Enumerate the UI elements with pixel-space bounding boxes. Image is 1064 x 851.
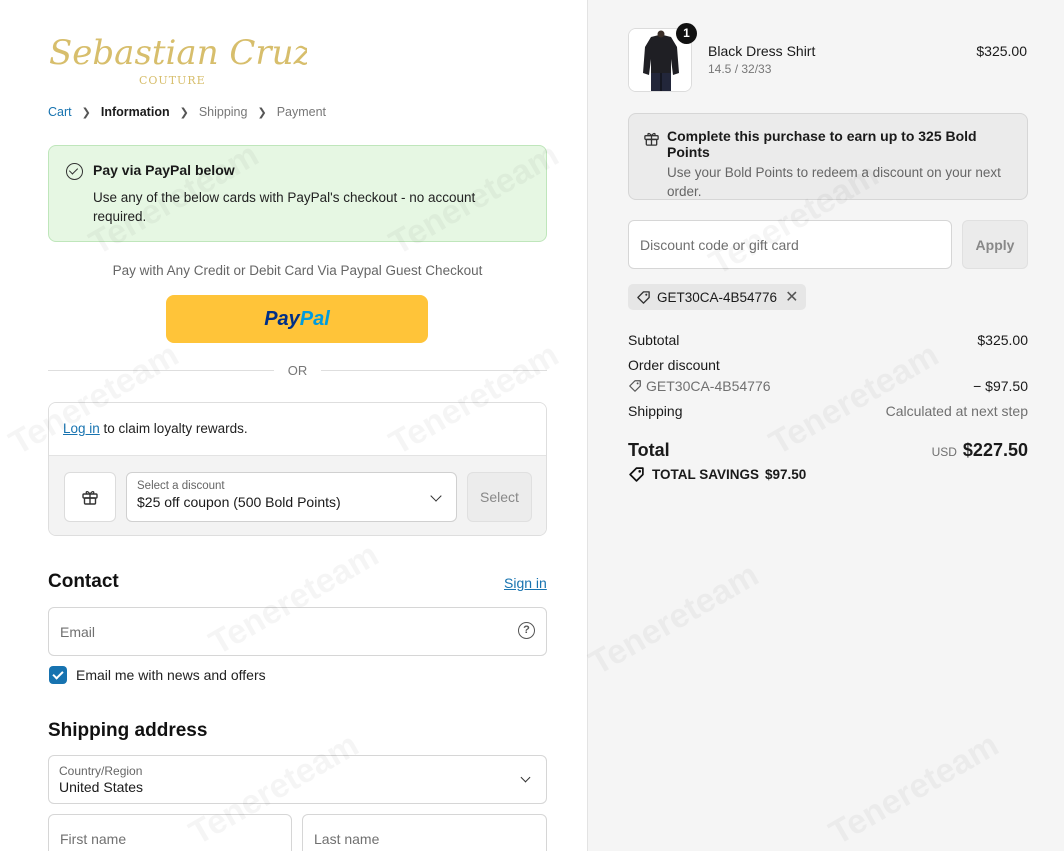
quantity-badge: 1: [676, 23, 697, 44]
or-divider: OR: [48, 363, 547, 378]
order-discount-row: Order discount: [628, 357, 1028, 373]
shipping-address-title: Shipping address: [48, 720, 208, 741]
country-value: United States: [59, 779, 144, 795]
total-value: $227.50: [962, 440, 1028, 460]
discount-select-label: Select a discount: [137, 480, 225, 492]
last-name-field[interactable]: Last name: [302, 814, 547, 851]
order-discount-value: − $97.50: [973, 378, 1028, 394]
first-name-field[interactable]: First name: [48, 814, 292, 851]
banner-description: Use any of the below cards with PayPal's…: [93, 190, 476, 224]
subtotal-row: Subtotal $325.00: [628, 332, 1028, 348]
paypal-info-banner: Pay via PayPal below Use any of the belo…: [48, 145, 547, 242]
subtotal-value: $325.00: [977, 332, 1028, 348]
chevron-right-icon: ❯: [179, 106, 189, 119]
newsletter-label: Email me with news and offers: [76, 667, 266, 683]
divider-line: [48, 370, 274, 371]
svg-text:COUTURE: COUTURE: [139, 74, 206, 87]
contact-title: Contact: [48, 571, 119, 592]
loyalty-discount-row: Select a discount $25 off coupon (500 Bo…: [49, 456, 546, 535]
brand-logo-image: Sebastian Cruz COUTURE: [49, 33, 313, 87]
banner-title: Pay via PayPal below: [93, 162, 235, 178]
product-price: $325.00: [976, 43, 1027, 59]
brand-logo[interactable]: Sebastian Cruz COUTURE: [47, 24, 313, 90]
login-text: to claim loyalty rewards.: [99, 421, 248, 436]
savings-value: $97.50: [765, 467, 807, 482]
total-currency: USD: [931, 445, 957, 459]
paypal-button[interactable]: Pay Pal: [166, 295, 428, 343]
shipping-value: Calculated at next step: [885, 403, 1028, 419]
breadcrumb-information: Information: [100, 105, 170, 119]
tag-icon: [629, 467, 644, 482]
help-icon[interactable]: ?: [518, 622, 535, 639]
chevron-down-icon: [520, 772, 531, 783]
order-discount-code: GET30CA-4B54776: [628, 378, 771, 394]
email-field[interactable]: Email ?: [48, 607, 547, 656]
country-label: Country/Region: [59, 764, 143, 778]
gift-button[interactable]: [64, 472, 116, 522]
total-row: Total USD $227.50: [628, 440, 1028, 461]
loyalty-box: Log in to claim loyalty rewards. Select …: [48, 402, 547, 536]
savings-label: TOTAL SAVINGS: [652, 467, 760, 482]
breadcrumb-cart[interactable]: Cart: [48, 105, 72, 119]
order-summary-panel: 1 Black Dress Shirt 14.5 / 32/33 $325.00…: [588, 0, 1064, 851]
bold-points-title: Complete this purchase to earn up to 325…: [667, 128, 977, 160]
email-placeholder: Email: [60, 624, 96, 640]
applied-discount-code: GET30CA-4B54776: [657, 289, 778, 305]
bold-points-description: Use your Bold Points to redeem a discoun…: [667, 165, 1001, 199]
order-discount-code-row: GET30CA-4B54776 − $97.50: [628, 378, 1028, 394]
checkout-form-panel: Sebastian Cruz COUTURE Cart ❯ Informatio…: [0, 0, 588, 851]
gift-icon: [644, 132, 659, 146]
discount-code-placeholder: Discount code or gift card: [640, 237, 799, 253]
last-name-placeholder: Last name: [314, 831, 380, 847]
close-icon[interactable]: ✕: [785, 287, 798, 307]
tag-icon: [637, 290, 650, 304]
order-discount-label: Order discount: [628, 357, 720, 373]
tag-icon: [629, 380, 641, 392]
discount-select[interactable]: Select a discount $25 off coupon (500 Bo…: [126, 472, 457, 522]
gift-icon: [82, 491, 98, 505]
discount-select-value: $25 off coupon (500 Bold Points): [137, 494, 341, 510]
newsletter-checkbox-row[interactable]: Email me with news and offers: [49, 666, 266, 684]
checkbox-checked-icon[interactable]: [49, 666, 67, 684]
paypal-note: Pay with Any Credit or Debit Card Via Pa…: [112, 263, 483, 278]
loyalty-login-row: Log in to claim loyalty rewards.: [49, 403, 546, 456]
divider-line: [321, 370, 547, 371]
select-discount-button[interactable]: Select: [467, 472, 532, 522]
shipping-row: Shipping Calculated at next step: [628, 403, 1028, 419]
chevron-right-icon: ❯: [257, 106, 267, 119]
svg-text:Sebastian Cruz: Sebastian Cruz: [49, 33, 307, 73]
product-variant: 14.5 / 32/33: [708, 62, 772, 76]
paypal-logo-pay: Pay: [264, 307, 300, 330]
discount-code-input[interactable]: Discount code or gift card: [628, 220, 952, 269]
breadcrumb-payment: Payment: [276, 105, 327, 119]
order-discount-code-text: GET30CA-4B54776: [646, 378, 771, 394]
shipping-label: Shipping: [628, 403, 683, 419]
breadcrumb-shipping: Shipping: [198, 105, 248, 119]
subtotal-label: Subtotal: [628, 332, 680, 348]
bold-points-box: Complete this purchase to earn up to 325…: [628, 113, 1028, 200]
chevron-right-icon: ❯: [81, 106, 91, 119]
check-circle-icon: [66, 163, 83, 180]
product-name: Black Dress Shirt: [708, 43, 816, 59]
apply-button[interactable]: Apply: [962, 220, 1028, 269]
paypal-logo-pal: Pal: [299, 307, 330, 330]
or-label: OR: [287, 363, 308, 378]
total-label: Total: [628, 440, 670, 460]
login-link[interactable]: Log in: [63, 421, 100, 436]
sign-in-link[interactable]: Sign in: [504, 575, 547, 591]
first-name-placeholder: First name: [60, 831, 127, 847]
breadcrumb: Cart ❯ Information ❯ Shipping ❯ Payment: [48, 105, 326, 119]
applied-discount-chip: GET30CA-4B54776 ✕: [628, 284, 807, 310]
country-select[interactable]: Country/Region United States: [48, 755, 547, 804]
total-savings: TOTAL SAVINGS $97.50: [628, 466, 806, 483]
